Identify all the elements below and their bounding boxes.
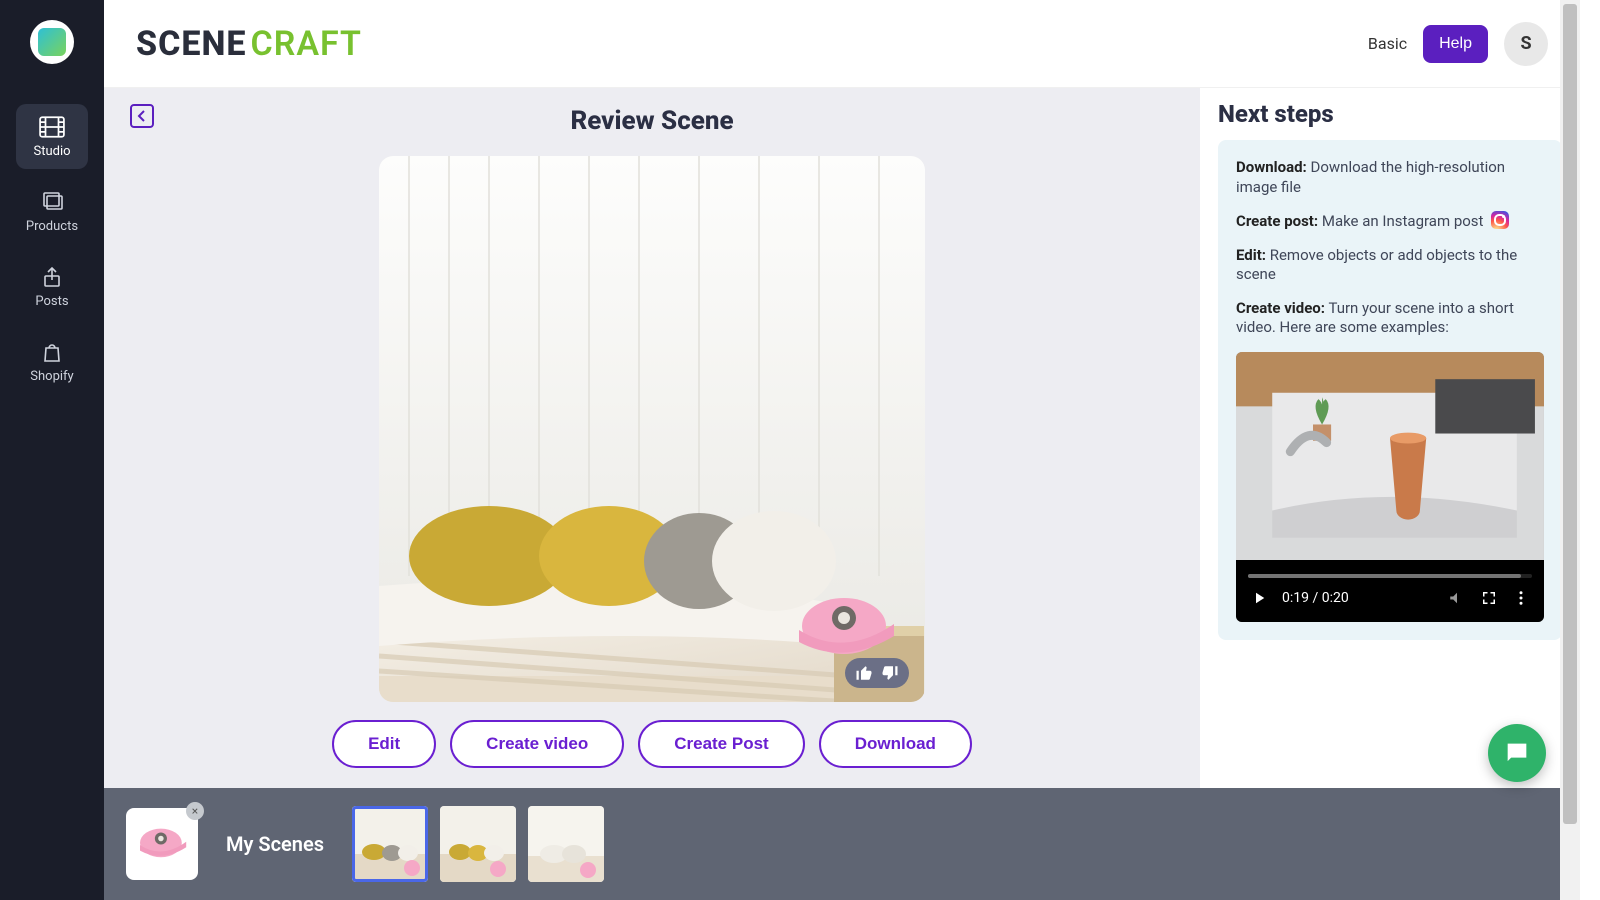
share-icon — [39, 266, 65, 288]
more-icon[interactable] — [1512, 589, 1530, 607]
scene-thumb-3[interactable] — [528, 806, 604, 882]
step-download-label: Download: — [1236, 158, 1307, 176]
cube-icon — [38, 28, 66, 56]
step-create-post: Create post: Make an Instagram post — [1236, 211, 1544, 232]
create-video-button[interactable]: Create video — [450, 720, 624, 768]
remove-product-icon[interactable]: × — [186, 802, 204, 820]
step-edit-label: Edit: — [1236, 246, 1266, 264]
example-video[interactable]: 0:19 / 0:20 — [1236, 352, 1544, 622]
next-steps-panel: Next steps Download: Download the high-r… — [1200, 88, 1580, 788]
video-controls: 0:19 / 0:20 — [1236, 574, 1544, 622]
create-post-button[interactable]: Create Post — [638, 720, 804, 768]
nav-posts[interactable]: Posts — [16, 254, 88, 319]
step-create-video: Create video: Turn your scene into a sho… — [1236, 299, 1544, 338]
step-create-post-label: Create post: — [1236, 212, 1318, 230]
app-logo — [30, 20, 74, 64]
content-row: Review Scene — [104, 88, 1580, 788]
fullscreen-icon[interactable] — [1480, 589, 1498, 607]
step-create-post-text: Make an Instagram post — [1318, 212, 1487, 230]
next-steps-box: Download: Download the high-resolution i… — [1218, 140, 1562, 640]
my-scenes-label: My Scenes — [226, 832, 324, 856]
brand-wordmark: SCENECRAFT — [136, 24, 362, 64]
review-panel: Review Scene — [104, 88, 1200, 788]
video-still — [1236, 352, 1544, 560]
nav-label: Products — [26, 219, 78, 234]
left-sidebar: Studio Products Posts Shopify — [0, 0, 104, 900]
scene-thumb-1[interactable] — [352, 806, 428, 882]
edit-button[interactable]: Edit — [332, 720, 436, 768]
feedback-pill — [845, 658, 909, 688]
step-download: Download: Download the high-resolution i… — [1236, 158, 1544, 197]
step-edit: Edit: Remove objects or add objects to t… — [1236, 246, 1544, 285]
scene-illustration — [379, 156, 925, 702]
thumbs-up-icon[interactable] — [855, 664, 873, 682]
nav-label: Shopify — [30, 369, 73, 384]
download-button[interactable]: Download — [819, 720, 972, 768]
chat-icon — [1503, 739, 1531, 767]
review-title: Review Scene — [570, 106, 733, 136]
topbar-right: Basic Help S — [1368, 22, 1548, 66]
plan-label[interactable]: Basic — [1368, 34, 1407, 53]
layers-icon — [39, 191, 65, 213]
nav-label: Posts — [35, 294, 68, 309]
avatar-initial: S — [1520, 33, 1531, 54]
nav-label: Studio — [33, 144, 70, 159]
next-steps-heading: Next steps — [1218, 100, 1562, 128]
step-create-video-label: Create video: — [1236, 299, 1325, 317]
volume-icon[interactable] — [1448, 589, 1466, 607]
my-scenes-strip: × My Scenes — [104, 788, 1580, 900]
scene-actions: Edit Create video Create Post Download — [332, 720, 972, 768]
cap-icon — [134, 822, 190, 866]
scene-thumbnails — [352, 806, 604, 882]
nav-products[interactable]: Products — [16, 179, 88, 244]
film-icon — [39, 116, 65, 138]
video-time: 0:19 / 0:20 — [1282, 590, 1349, 606]
user-avatar[interactable]: S — [1504, 22, 1548, 66]
chat-button[interactable] — [1488, 724, 1546, 782]
play-icon[interactable] — [1250, 589, 1268, 607]
scene-thumb-2[interactable] — [440, 806, 516, 882]
bag-icon — [39, 341, 65, 363]
main-area: SCENECRAFT Basic Help S Review Scene — [104, 0, 1580, 900]
product-thumbnail[interactable]: × — [126, 808, 198, 880]
topbar: SCENECRAFT Basic Help S — [104, 0, 1580, 88]
step-edit-text: Remove objects or add objects to the sce… — [1236, 246, 1517, 284]
instagram-icon — [1491, 211, 1509, 229]
nav-shopify[interactable]: Shopify — [16, 329, 88, 394]
scene-image[interactable] — [379, 156, 925, 702]
nav-studio[interactable]: Studio — [16, 104, 88, 169]
browser-scrollbar[interactable] — [1560, 0, 1580, 900]
brand-part-a: SCENE — [136, 24, 246, 64]
brand-part-b: CRAFT — [250, 24, 361, 64]
help-button[interactable]: Help — [1423, 25, 1488, 63]
chevron-left-icon — [137, 110, 147, 122]
thumbs-down-icon[interactable] — [881, 664, 899, 682]
back-button[interactable] — [130, 104, 154, 128]
